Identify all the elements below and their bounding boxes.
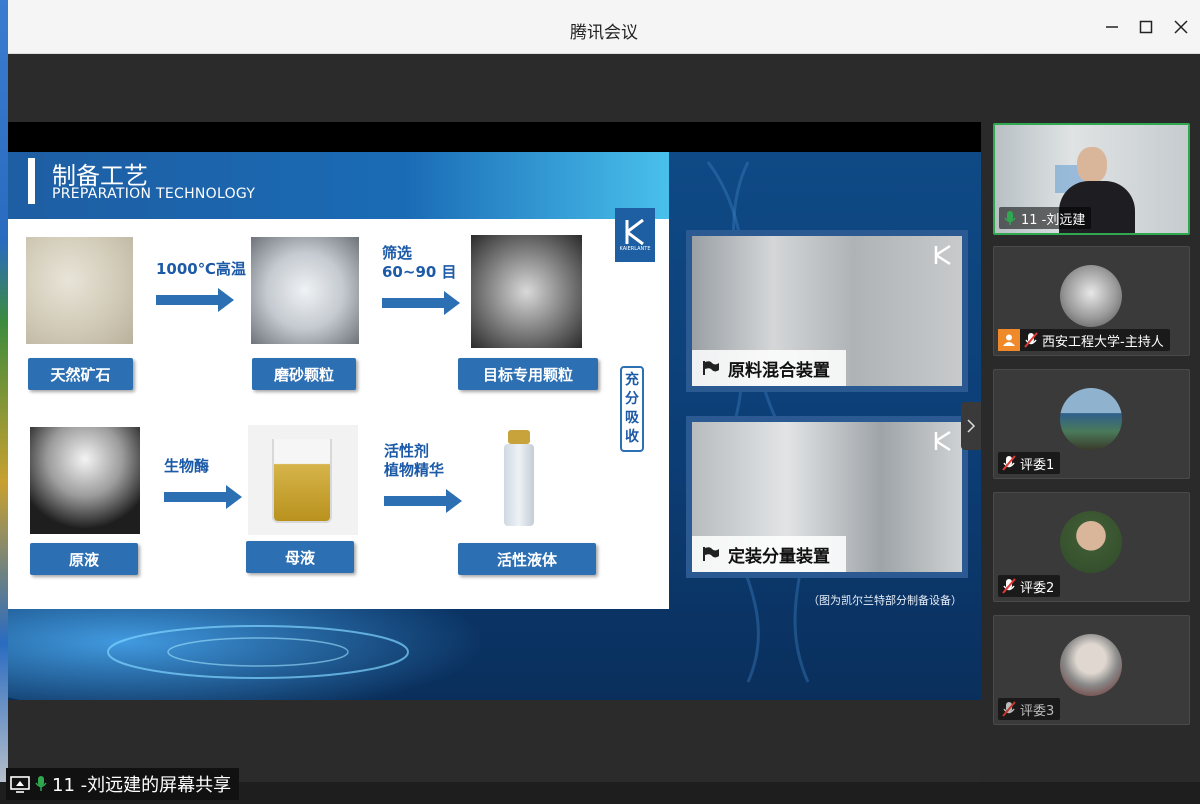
participant-tile-judge2[interactable]: 评委2 — [993, 492, 1190, 602]
mic-muted-icon — [1002, 701, 1016, 717]
equipment-caption-filling-text: 定装分量装置 — [728, 546, 830, 567]
chevron-right-icon — [967, 419, 976, 433]
arrow-screening: 筛选 60~90 目 — [382, 244, 462, 316]
mic-muted-icon — [1002, 578, 1016, 594]
avatar — [1060, 265, 1122, 327]
note-char: 分 — [625, 391, 639, 407]
k-logo-icon — [934, 244, 951, 266]
target-particle-photo — [471, 235, 582, 348]
equipment-panel-filling: 定装分量装置 — [686, 416, 968, 578]
participant-label: 11 -刘远建 — [999, 207, 1092, 229]
arrow-enzyme: 生物酶 — [164, 457, 244, 510]
k-logo-icon — [934, 430, 951, 452]
equipment-caption-filling: 定装分量装置 — [692, 536, 846, 572]
participant-name: 11 -刘远建 — [1021, 212, 1086, 228]
process-label-ore: 天然矿石 — [28, 358, 133, 390]
absorption-note: 充 分 吸 收 — [620, 366, 644, 452]
mic-muted-icon — [1002, 455, 1016, 471]
meeting-window: 腾讯会议 制备工艺 PREPARATION TECHNOLOGY KAIERLA… — [0, 0, 1200, 804]
minimize-button[interactable] — [1097, 12, 1127, 42]
maximize-button[interactable] — [1131, 12, 1161, 42]
sand-particles-photo — [251, 237, 359, 344]
desktop-edge — [0, 0, 8, 804]
mic-on-icon — [1004, 211, 1016, 225]
avatar — [1060, 511, 1122, 573]
process-label-target-particle: 目标专用颗粒 — [458, 358, 598, 390]
process-label-mother-liquid: 母液 — [246, 541, 354, 573]
participant-tile-judge3[interactable]: 评委3 — [993, 615, 1190, 725]
mic-on-icon — [35, 776, 47, 791]
equipment-panel-mixing: 原料混合装置 — [686, 230, 968, 392]
right-arrow-icon — [156, 288, 234, 312]
vial-cap-icon — [508, 430, 530, 444]
participant-tile-judge1[interactable]: 评委1 — [993, 369, 1190, 479]
note-char: 吸 — [625, 410, 639, 426]
right-arrow-icon — [384, 489, 462, 513]
right-arrow-icon — [382, 291, 460, 315]
active-liquid-photo — [494, 430, 554, 530]
arrow-label-screening-1: 筛选 — [382, 244, 413, 262]
raw-liquid-photo — [30, 427, 140, 534]
close-button[interactable] — [1166, 12, 1196, 42]
mic-muted-icon — [1024, 332, 1038, 348]
avatar — [1060, 634, 1122, 696]
brand-logo-text: KAIERLANTE — [619, 246, 651, 252]
slide-subtitle: PREPARATION TECHNOLOGY — [52, 186, 256, 202]
right-arrow-icon — [164, 485, 242, 509]
speaker-face — [1077, 147, 1107, 183]
participant-name: 评委2 — [1020, 580, 1055, 596]
brand-logo: KAIERLANTE — [615, 208, 655, 262]
beaker-icon — [272, 439, 332, 523]
window-title: 腾讯会议 — [570, 23, 638, 43]
arrow-label-enzyme: 生物酶 — [164, 457, 210, 475]
slide-footnote: （图为凯尔兰特部分制备设备） — [808, 594, 962, 607]
close-icon — [1174, 20, 1188, 34]
participant-name: 评委3 — [1020, 703, 1055, 719]
equipment-caption-mixing: 原料混合装置 — [692, 350, 846, 386]
participant-tile-speaker[interactable]: 11 -刘远建 — [993, 123, 1190, 235]
arrow-label-activator-1: 活性剂 — [384, 442, 430, 460]
arrow-label-high-temp: 1000℃高温 — [156, 260, 246, 278]
arrow-label-screening-2: 60~90 目 — [382, 263, 457, 281]
title-bar: 腾讯会议 — [8, 0, 1200, 54]
participant-name: 西安工程大学-主持人 — [1042, 334, 1164, 350]
participant-name: 评委1 — [1020, 457, 1055, 473]
process-label-sand: 磨砂颗粒 — [252, 358, 356, 390]
minimize-icon — [1106, 26, 1118, 28]
participant-label: 评委1 — [998, 452, 1061, 474]
arrow-label-activator-2: 植物精华 — [384, 461, 445, 479]
mother-liquid-photo — [248, 425, 358, 535]
participant-label: 西安工程大学-主持人 — [998, 329, 1170, 351]
participant-tile-host[interactable]: 西安工程大学-主持人 — [993, 246, 1190, 356]
content-panel: 制备工艺 PREPARATION TECHNOLOGY KAIERLANTE 天… — [8, 152, 669, 609]
arrow-high-temp: 1000℃高温 — [156, 260, 246, 313]
participant-label: 评委2 — [998, 575, 1061, 597]
vial-icon — [504, 444, 534, 526]
participant-label: 评委3 — [998, 698, 1061, 720]
note-char: 收 — [625, 429, 639, 445]
user-icon — [1003, 334, 1015, 346]
screen-share-text: 11 -刘远建的屏幕共享 — [52, 775, 232, 796]
arrow-activator: 活性剂 植物精华 — [384, 442, 464, 514]
sidebar-toggle-button[interactable] — [961, 402, 981, 450]
avatar — [1060, 388, 1122, 450]
shared-slide: 制备工艺 PREPARATION TECHNOLOGY KAIERLANTE 天… — [8, 122, 981, 700]
process-label-raw-liquid: 原液 — [30, 543, 138, 575]
flag-icon — [703, 547, 719, 561]
screen-share-label: 11 -刘远建的屏幕共享 — [6, 768, 240, 800]
screen-share-icon — [10, 776, 30, 793]
header-accent-bar — [28, 158, 35, 204]
host-badge — [998, 329, 1020, 351]
equipment-caption-mixing-text: 原料混合装置 — [728, 360, 830, 381]
process-label-active-liquid: 活性液体 — [458, 543, 596, 575]
ore-photo — [26, 237, 133, 344]
flag-icon — [703, 361, 719, 375]
note-char: 充 — [625, 372, 639, 388]
k-logo-icon — [625, 218, 644, 246]
maximize-icon — [1139, 20, 1153, 34]
